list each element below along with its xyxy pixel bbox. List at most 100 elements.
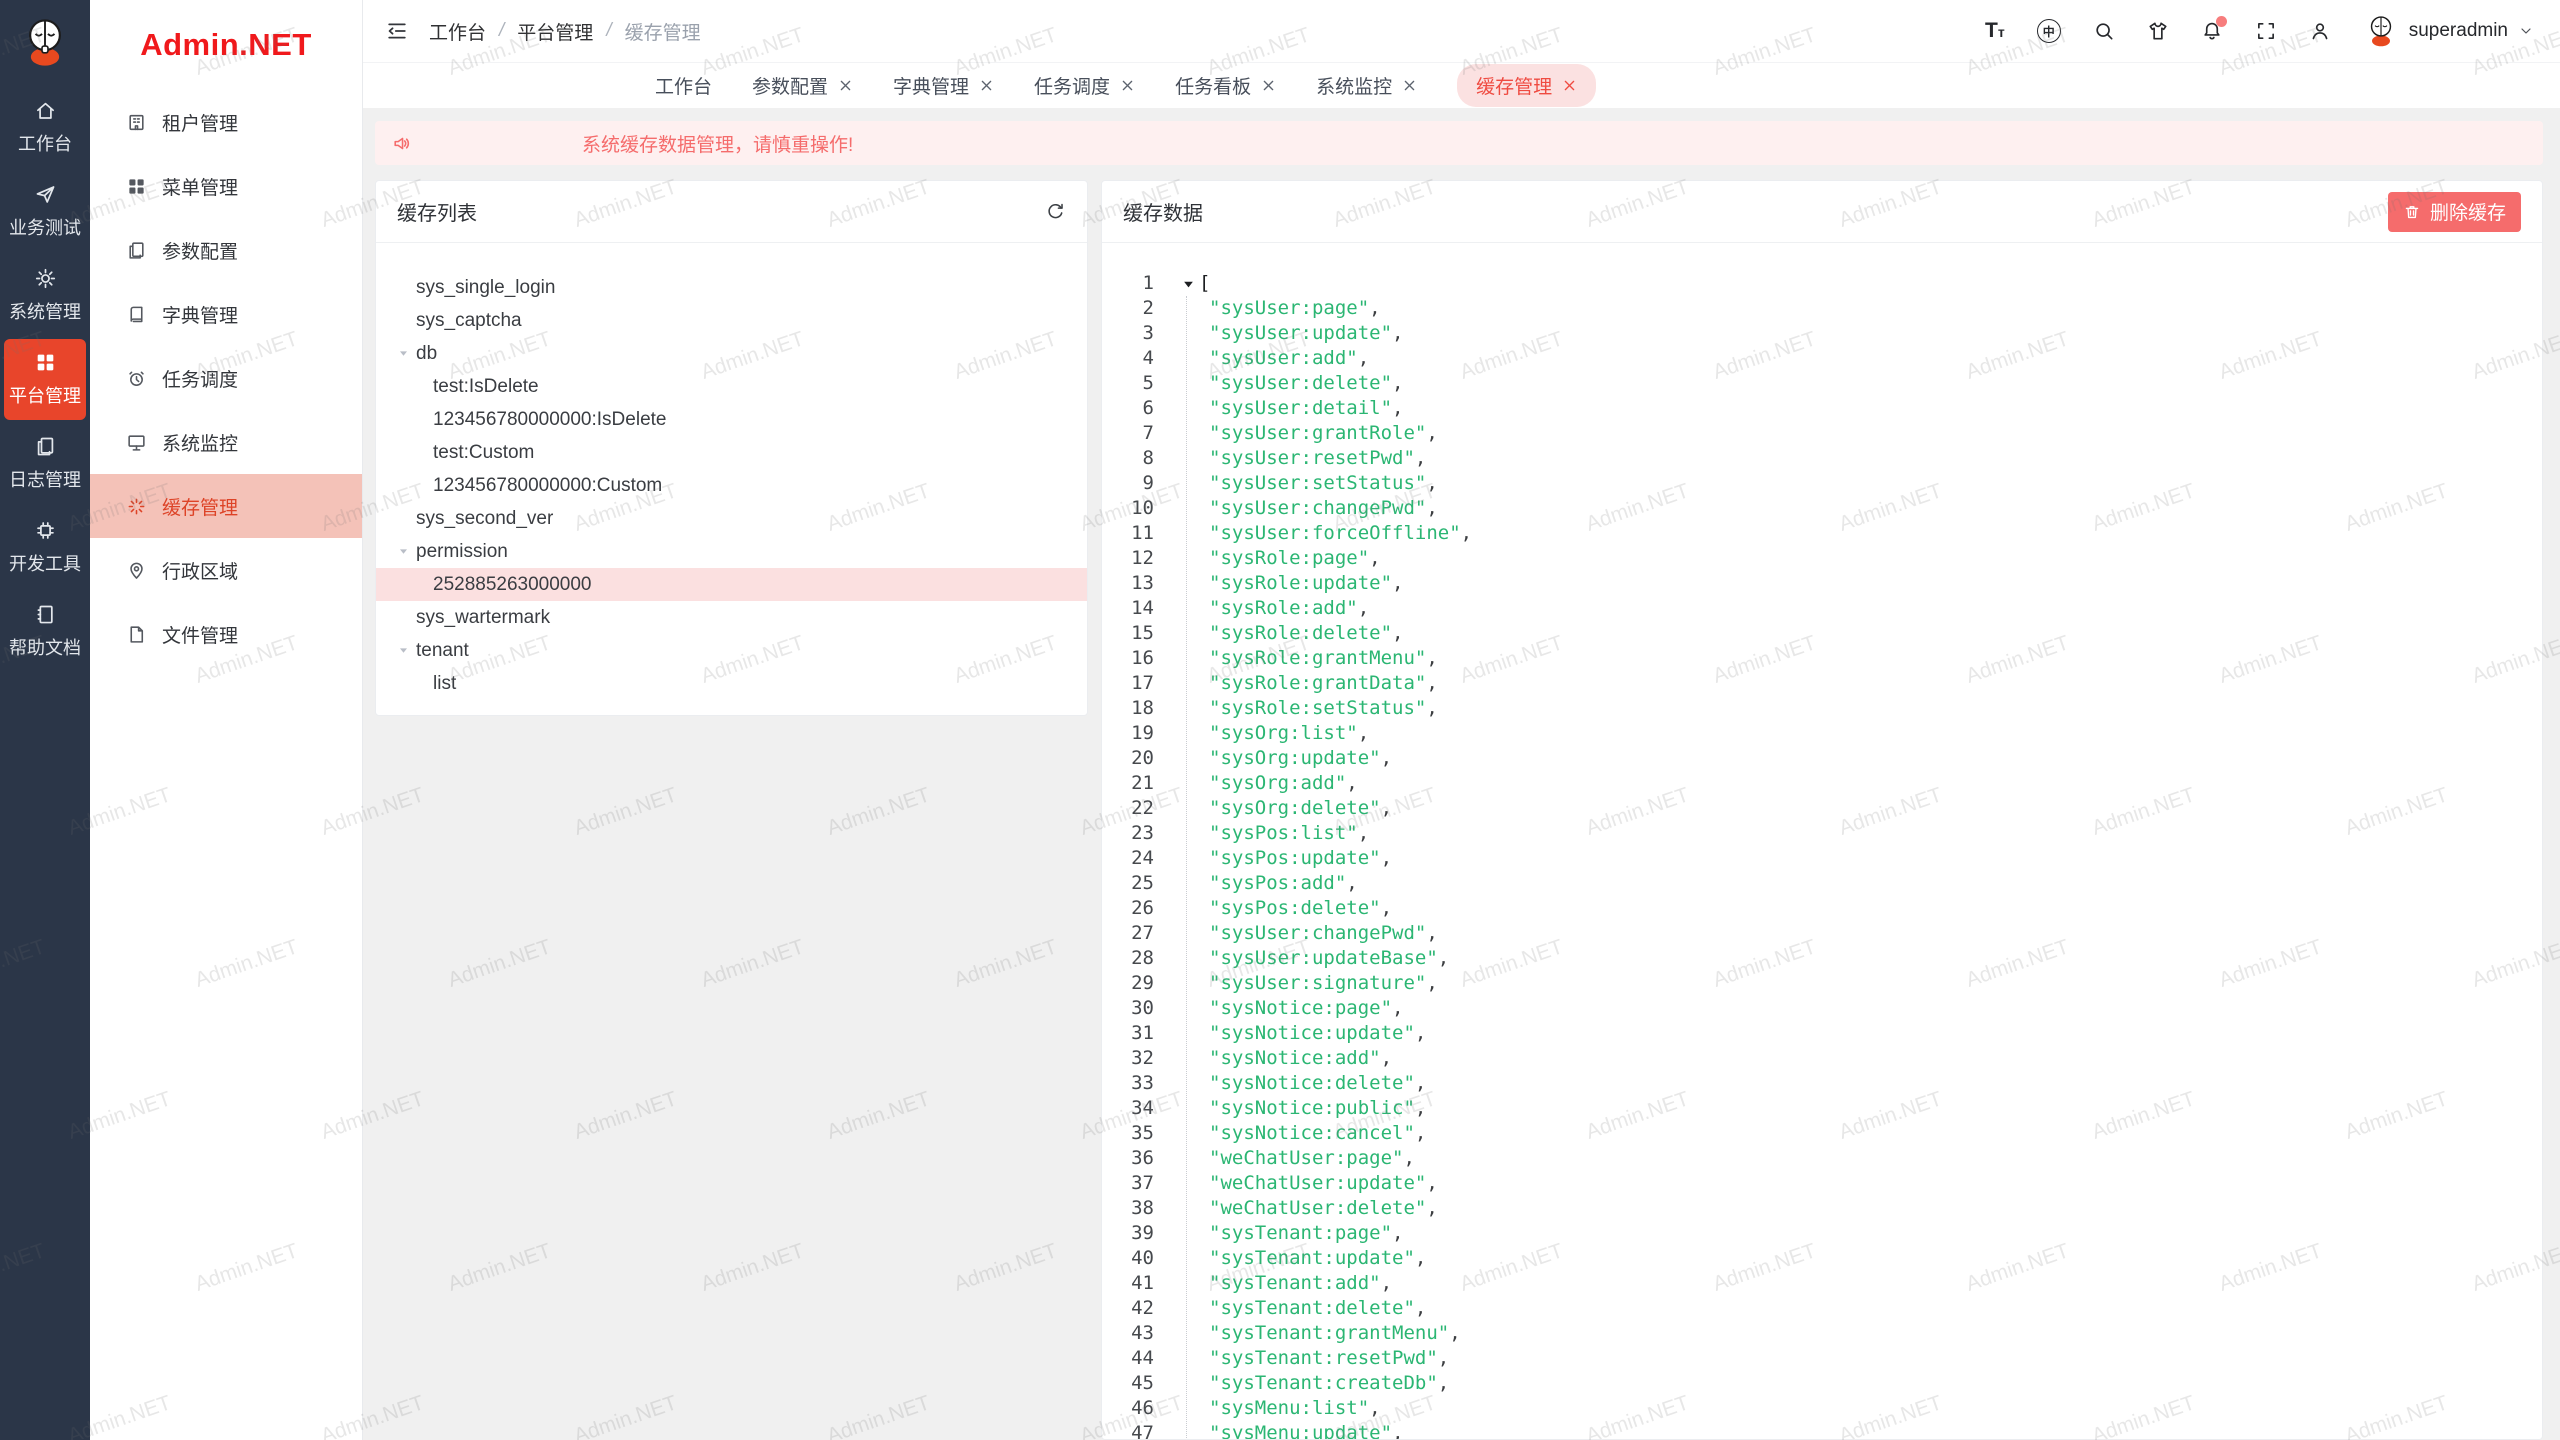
- json-string: "weChatUser:delete": [1181, 1196, 1426, 1221]
- line-number: 37: [1102, 1171, 1154, 1196]
- json-string: "sysUser:update": [1181, 321, 1392, 346]
- json-string: "sysRole:setStatus": [1181, 696, 1426, 721]
- sidebar-item-label: 系统监控: [162, 429, 238, 456]
- line-number: 43: [1102, 1321, 1154, 1346]
- sidebar-item-cache-mgmt[interactable]: 缓存管理: [90, 474, 362, 538]
- comma: ,: [1426, 921, 1437, 946]
- code-line: 35"sysNotice:cancel",: [1102, 1121, 2542, 1146]
- tab-cache-mgmt[interactable]: 缓存管理: [1457, 64, 1596, 107]
- fullscreen-icon[interactable]: [2255, 20, 2277, 42]
- rail-item-dev-tools[interactable]: 开发工具: [4, 507, 86, 588]
- breadcrumb-item: 缓存管理: [625, 18, 701, 45]
- code-line: 10"sysUser:changePwd",: [1102, 496, 2542, 521]
- close-icon[interactable]: [1402, 78, 1417, 93]
- sidebar-item-job-schedule[interactable]: 任务调度: [90, 346, 362, 410]
- code-line: 9"sysUser:setStatus",: [1102, 471, 2542, 496]
- sidebar-item-label: 文件管理: [162, 621, 238, 648]
- line-number: 36: [1102, 1146, 1154, 1171]
- close-icon[interactable]: [1562, 78, 1577, 93]
- rail-item-system-mgmt[interactable]: 系统管理: [4, 255, 86, 336]
- tree-node[interactable]: sys_single_login: [376, 271, 1087, 304]
- tree-node[interactable]: permission: [376, 535, 1087, 568]
- line-number: 14: [1102, 596, 1154, 621]
- sidebar-item-dict-mgmt[interactable]: 字典管理: [90, 282, 362, 346]
- tree-node[interactable]: 252885263000000: [376, 568, 1087, 601]
- sidebar-item-label: 菜单管理: [162, 173, 238, 200]
- code-line: 2"sysUser:page",: [1102, 296, 2542, 321]
- close-icon[interactable]: [1261, 78, 1276, 93]
- font-size-icon[interactable]: Tт: [1985, 19, 2005, 43]
- tree-node[interactable]: test:Custom: [376, 436, 1087, 469]
- username: superadmin: [2409, 20, 2508, 42]
- rail-item-label: 业务测试: [9, 214, 81, 240]
- json-string-item: "sysNotice:public",: [1181, 1096, 1426, 1121]
- top-header: 工作台/平台管理/缓存管理 Tт中superadmin: [363, 0, 2560, 63]
- tree-node[interactable]: test:IsDelete: [376, 370, 1087, 403]
- tree-node[interactable]: sys_second_ver: [376, 502, 1087, 535]
- breadcrumb-item[interactable]: 工作台: [429, 18, 486, 45]
- rail-item-platform-mgmt[interactable]: 平台管理: [4, 339, 86, 420]
- caret-down-icon[interactable]: [397, 545, 410, 558]
- sidebar-item-tenant-mgmt[interactable]: 租户管理: [90, 90, 362, 154]
- tab-sys-monitor[interactable]: 系统监控: [1316, 72, 1417, 99]
- profile-icon[interactable]: [2309, 20, 2331, 42]
- caret-down-icon[interactable]: [397, 644, 410, 657]
- close-icon[interactable]: [1120, 78, 1135, 93]
- tree-node[interactable]: sys_captcha: [376, 304, 1087, 337]
- warning-alert: 系统缓存数据管理，请慎重操作!: [375, 121, 2543, 165]
- sidebar-item-sys-monitor[interactable]: 系统监控: [90, 410, 362, 474]
- tab-workbench[interactable]: 工作台: [655, 72, 712, 99]
- tree-node[interactable]: tenant: [376, 634, 1087, 667]
- tree-node[interactable]: 123456780000000:Custom: [376, 469, 1087, 502]
- fold-icon[interactable]: [1181, 277, 1196, 292]
- rail-item-help-docs[interactable]: 帮助文档: [4, 591, 86, 672]
- sidebar-item-menu-mgmt[interactable]: 菜单管理: [90, 154, 362, 218]
- json-string: "sysUser:delete": [1181, 371, 1392, 396]
- user-menu[interactable]: superadmin: [2363, 13, 2534, 49]
- tab-dict-mgmt[interactable]: 字典管理: [893, 72, 994, 99]
- delete-cache-button[interactable]: 删除缓存: [2388, 192, 2521, 232]
- json-string: "sysMenu:list": [1181, 1396, 1369, 1421]
- line-number: 25: [1102, 871, 1154, 896]
- sidebar-item-param-config[interactable]: 参数配置: [90, 218, 362, 282]
- menu-fold-icon[interactable]: [385, 19, 409, 43]
- code-line: 26"sysPos:delete",: [1102, 896, 2542, 921]
- search-icon[interactable]: [2093, 20, 2115, 42]
- sidebar-item-file-mgmt[interactable]: 文件管理: [90, 602, 362, 666]
- comma: ,: [1426, 646, 1437, 671]
- refresh-icon[interactable]: [1045, 201, 1066, 222]
- chevron-down-icon: [2518, 23, 2534, 39]
- profile-icon: [2309, 20, 2331, 42]
- app-logo[interactable]: [0, 0, 90, 84]
- language-icon[interactable]: 中: [2037, 19, 2061, 43]
- json-string-item: "sysUser:updateBase",: [1181, 946, 1449, 971]
- tree-node[interactable]: sys_wartermark: [376, 601, 1087, 634]
- rail-item-biz-test[interactable]: 业务测试: [4, 171, 86, 252]
- close-icon[interactable]: [979, 78, 994, 93]
- json-string-item: "sysUser:forceOffline",: [1181, 521, 1472, 546]
- code-line: 34"sysNotice:public",: [1102, 1096, 2542, 1121]
- tree-node[interactable]: db: [376, 337, 1087, 370]
- rail-item-workbench[interactable]: 工作台: [4, 87, 86, 168]
- rail-item-log-mgmt[interactable]: 日志管理: [4, 423, 86, 504]
- tab-param-config[interactable]: 参数配置: [752, 72, 853, 99]
- sidebar-item-admin-region[interactable]: 行政区域: [90, 538, 362, 602]
- caret-down-icon[interactable]: [397, 347, 410, 360]
- app-rail: 工作台业务测试系统管理平台管理日志管理开发工具帮助文档: [0, 0, 90, 1440]
- open-bracket: [: [1199, 271, 1210, 296]
- cache-data-title: 缓存数据: [1123, 197, 1203, 226]
- notification-bell-icon[interactable]: [2201, 20, 2223, 42]
- close-icon[interactable]: [838, 78, 853, 93]
- comma: ,: [1381, 1046, 1392, 1071]
- tree-node[interactable]: list: [376, 667, 1087, 700]
- theme-icon[interactable]: [2147, 20, 2169, 42]
- code-line: 44"sysTenant:resetPwd",: [1102, 1346, 2542, 1371]
- tab-job-board[interactable]: 任务看板: [1175, 72, 1276, 99]
- json-string-item: "weChatUser:delete",: [1181, 1196, 1438, 1221]
- line-number: 11: [1102, 521, 1154, 546]
- tab-job-schedule[interactable]: 任务调度: [1034, 72, 1135, 99]
- book-icon: [126, 304, 147, 325]
- breadcrumb-item[interactable]: 平台管理: [517, 18, 593, 45]
- tree-node[interactable]: 123456780000000:IsDelete: [376, 403, 1087, 436]
- line-number: 15: [1102, 621, 1154, 646]
